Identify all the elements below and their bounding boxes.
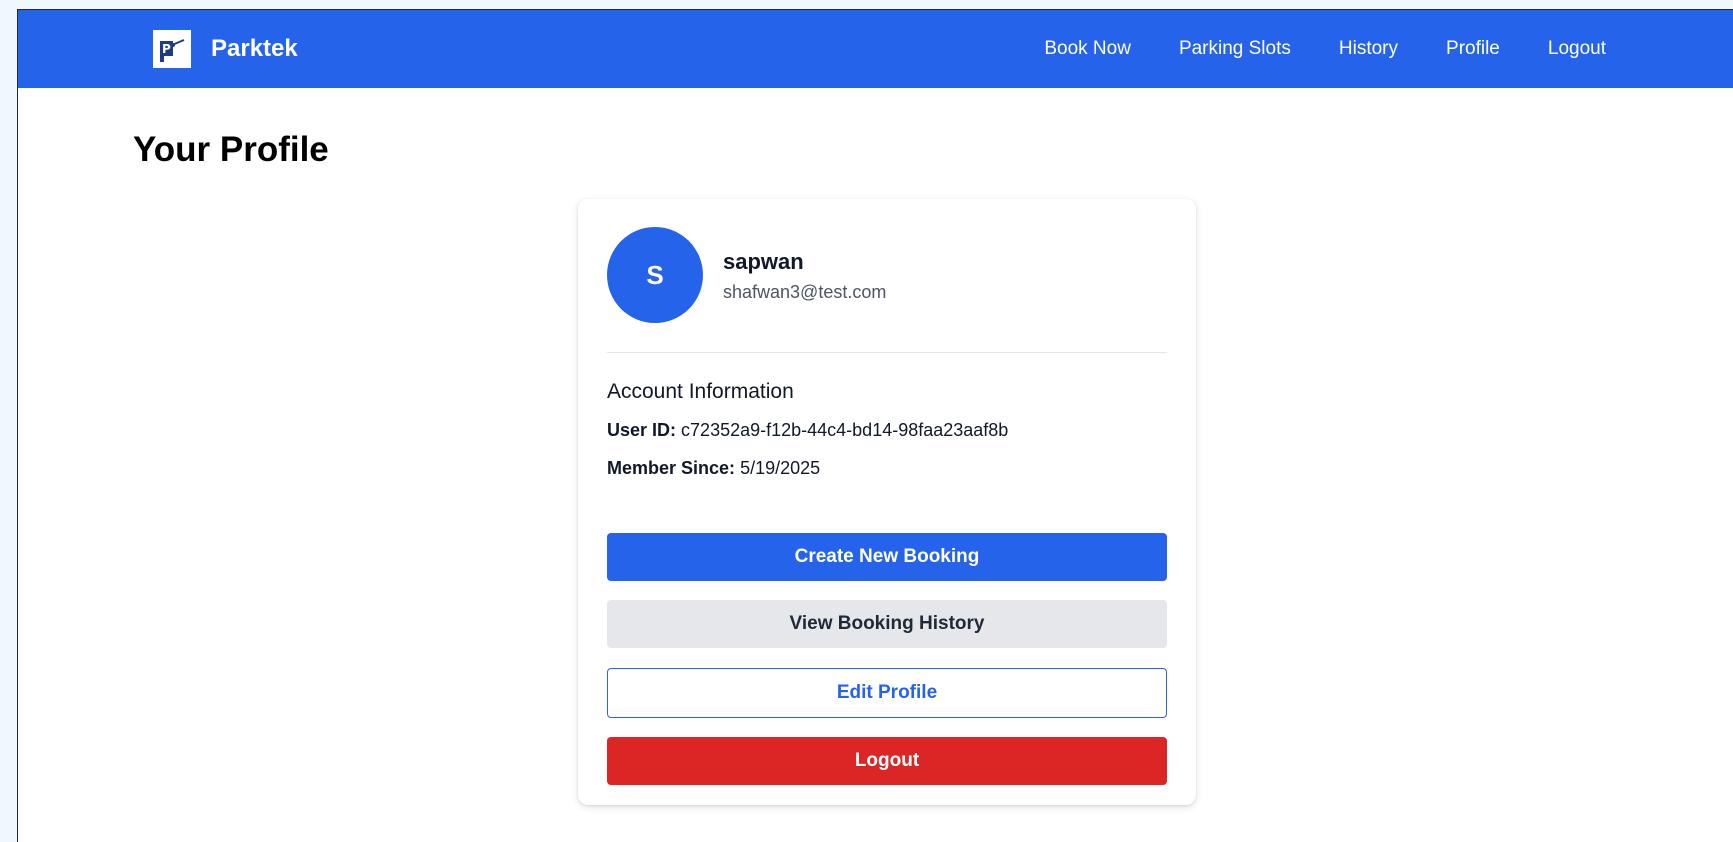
- edit-profile-button[interactable]: Edit Profile: [607, 668, 1167, 718]
- user-id-row: User ID: c72352a9-f12b-44c4-bd14-98faa23…: [607, 420, 1008, 441]
- account-info-heading: Account Information: [607, 380, 794, 403]
- page-title: Your Profile: [133, 130, 329, 169]
- divider: [607, 352, 1167, 353]
- nav-link-book-now[interactable]: Book Now: [1044, 38, 1131, 60]
- create-booking-button[interactable]: Create New Booking: [607, 533, 1167, 581]
- member-since-row: Member Since: 5/19/2025: [607, 458, 820, 479]
- brand-link[interactable]: P Parktek: [153, 30, 298, 68]
- avatar: S: [607, 227, 703, 323]
- parking-gate-icon: P: [153, 30, 191, 68]
- app-window: P Parktek Book Now Parking Slots History…: [17, 9, 1733, 842]
- svg-text:P: P: [162, 42, 171, 56]
- logout-button[interactable]: Logout: [607, 737, 1167, 785]
- brand-name: Parktek: [211, 35, 298, 62]
- top-navbar: P Parktek Book Now Parking Slots History…: [18, 10, 1733, 88]
- user-id-label: User ID:: [607, 420, 677, 440]
- member-since-value: 5/19/2025: [740, 458, 821, 478]
- view-history-button[interactable]: View Booking History: [607, 600, 1167, 648]
- nav-link-parking-slots[interactable]: Parking Slots: [1179, 38, 1291, 60]
- nav-links: Book Now Parking Slots History Profile L…: [996, 10, 1606, 88]
- user-email: shafwan3@test.com: [723, 282, 887, 302]
- nav-link-history[interactable]: History: [1339, 38, 1398, 60]
- member-since-label: Member Since:: [607, 458, 736, 478]
- nav-link-logout[interactable]: Logout: [1548, 38, 1606, 60]
- user-name: sapwan: [723, 249, 804, 274]
- profile-card: S sapwan shafwan3@test.com Account Infor…: [578, 199, 1196, 805]
- nav-link-profile[interactable]: Profile: [1446, 38, 1500, 60]
- user-id-value: c72352a9-f12b-44c4-bd14-98faa23aaf8b: [681, 420, 1009, 440]
